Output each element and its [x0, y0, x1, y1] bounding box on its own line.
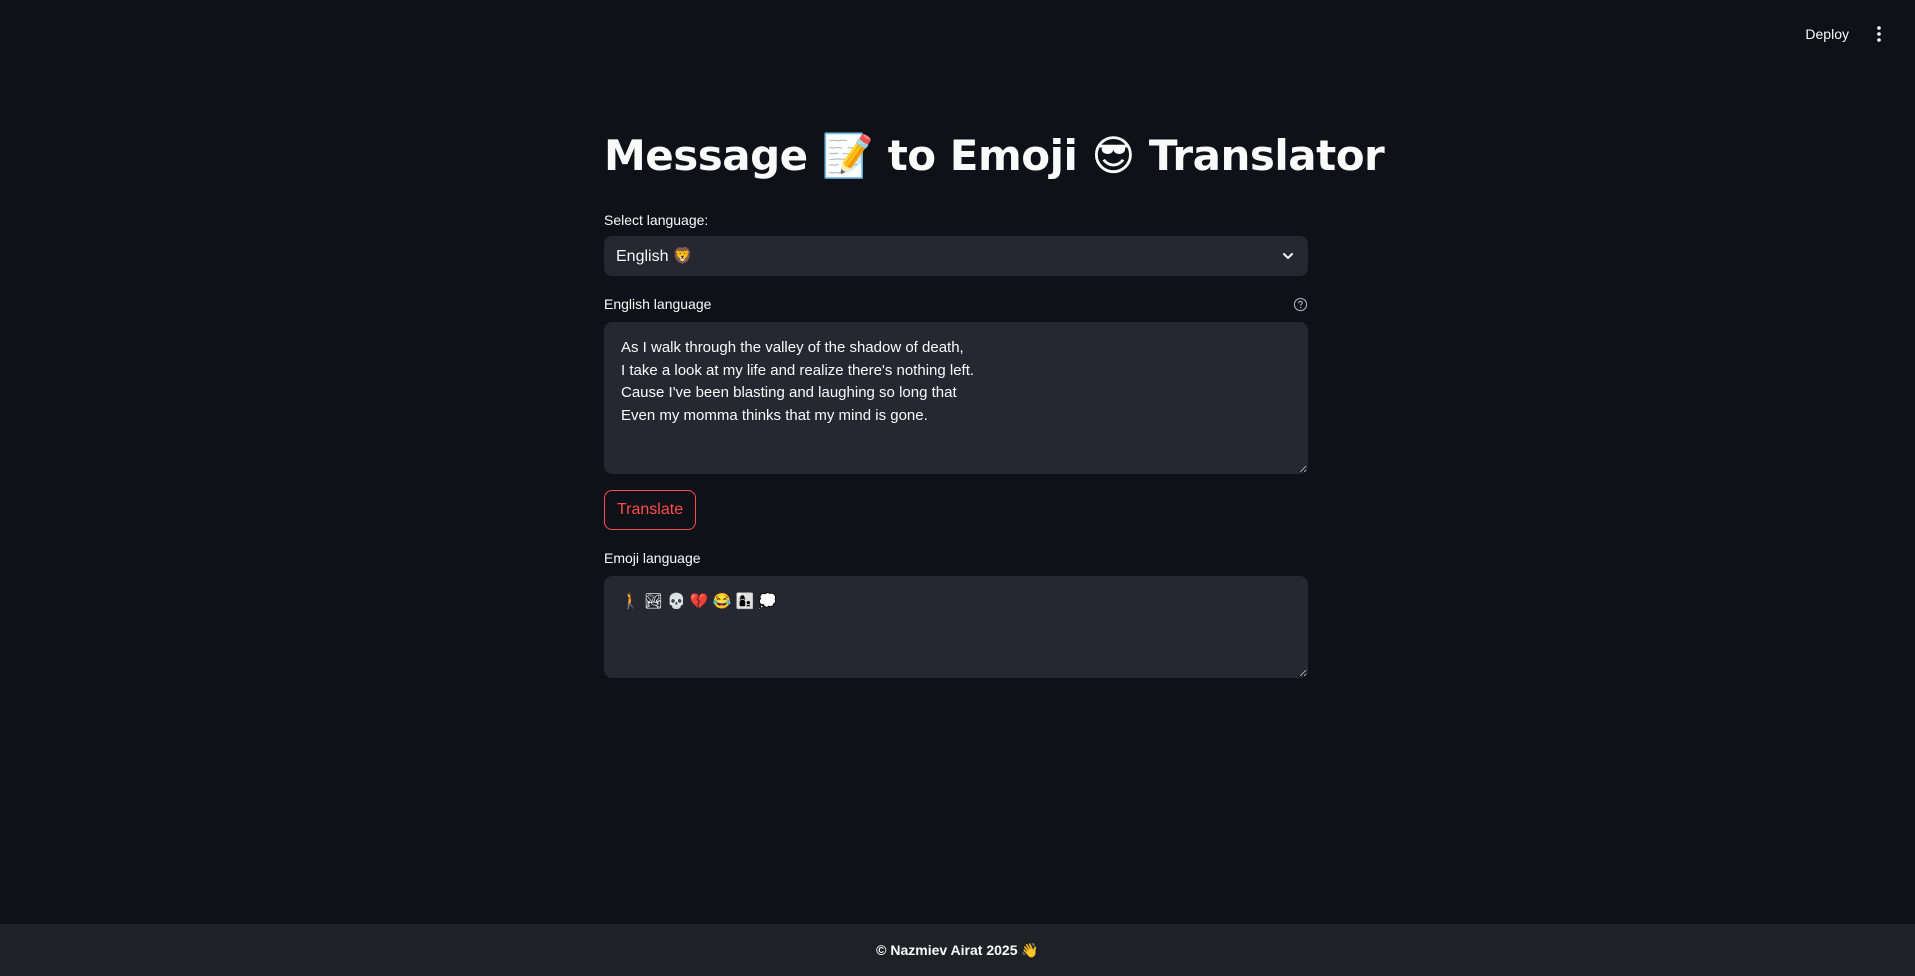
top-toolbar: Deploy — [1795, 0, 1915, 68]
language-select[interactable]: English 🦁 — [604, 236, 1308, 276]
deploy-button[interactable]: Deploy — [1795, 20, 1859, 48]
kebab-menu-icon[interactable] — [1867, 22, 1891, 46]
translate-button[interactable]: Translate — [604, 490, 697, 530]
footer-text: © Nazmiev Airat 2025 👋 — [876, 941, 1039, 958]
emoji-output[interactable] — [604, 576, 1308, 678]
app: Deploy Message 📝 to Emoji 😎 Translator S… — [0, 0, 1915, 976]
message-input[interactable] — [604, 322, 1308, 474]
chevron-down-icon — [1280, 248, 1296, 264]
select-language-label: Select language: — [604, 212, 709, 228]
page-title: Message 📝 to Emoji 😎 Translator — [604, 131, 1385, 180]
footer: © Nazmiev Airat 2025 👋 — [0, 924, 1915, 976]
help-circle-icon[interactable] — [1292, 296, 1308, 312]
main-container: Message 📝 to Emoji 😎 Translator Select l… — [604, 120, 1385, 678]
output-language-label: Emoji language — [604, 550, 701, 566]
input-language-label: English language — [604, 296, 712, 312]
language-select-value: English 🦁 — [616, 248, 693, 265]
